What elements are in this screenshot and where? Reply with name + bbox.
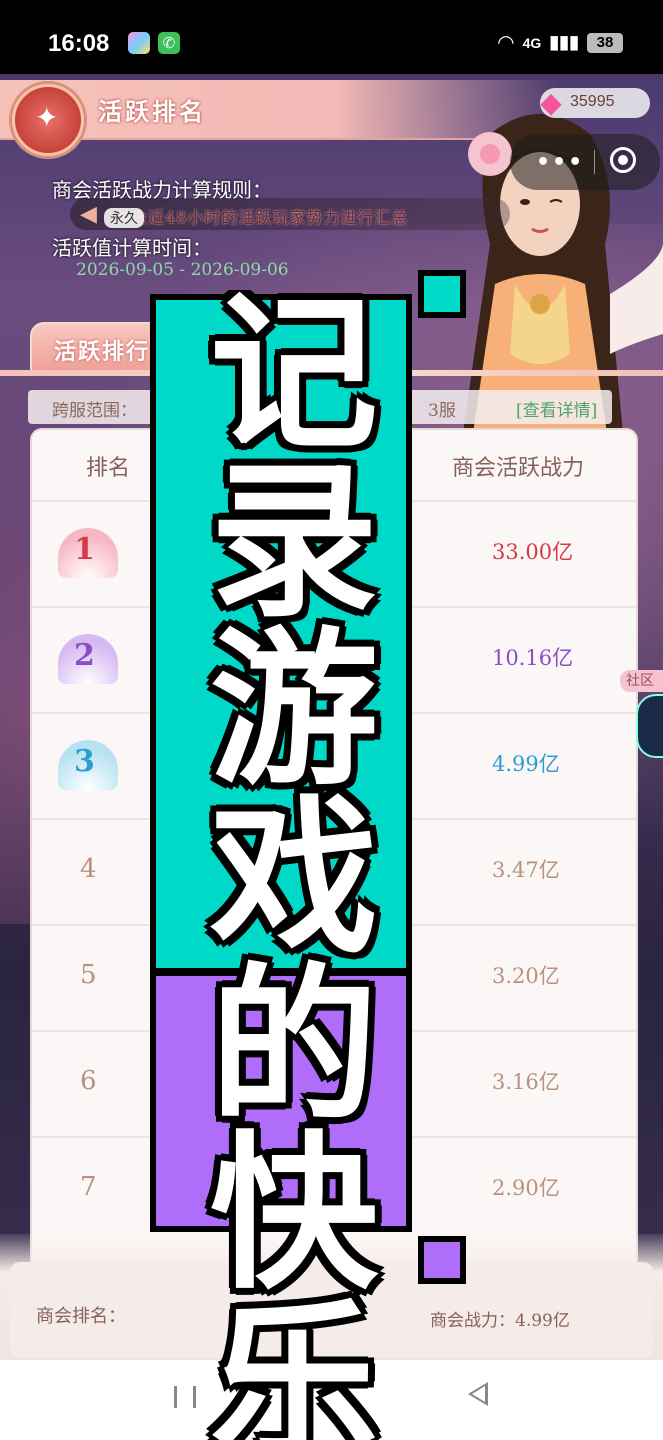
status-right: ◠ 4G ▮▮▮ 38: [497, 30, 623, 55]
power-value: 2.90亿: [492, 1176, 560, 1200]
fan-emblem-icon: ✦: [35, 101, 59, 134]
power-value: 3.47亿: [492, 858, 560, 882]
caption-char: 戏: [210, 780, 378, 976]
tab-label: 活跃排行: [54, 339, 151, 365]
caption-teal-square: [418, 270, 466, 318]
rank-fan-icon: 1: [58, 528, 118, 578]
scope-label: 跨服范围：: [52, 401, 137, 421]
caption-char: 快: [210, 1116, 378, 1312]
community-tag[interactable]: 社区: [620, 670, 663, 692]
column-header-power: 商会活跃战力: [452, 456, 585, 481]
signal-icon: ▮▮▮: [549, 32, 579, 52]
power-value: 10.16亿: [492, 646, 574, 670]
community-badge[interactable]: [636, 694, 663, 758]
close-target-icon[interactable]: [610, 147, 636, 173]
miniprogram-capsule: •••: [510, 134, 660, 190]
wifi-icon: ◠: [497, 32, 515, 54]
column-header-rank: 排名: [86, 456, 131, 481]
gallery-app-icon: [128, 32, 150, 54]
guild-logo[interactable]: ✦: [12, 84, 84, 156]
diamond-counter[interactable]: ◆ 35995: [540, 86, 650, 119]
caption-char: 的: [210, 948, 378, 1144]
rank-number: 2: [74, 638, 95, 673]
rank-fan-icon: 3: [58, 740, 118, 790]
guild-power-label: 商会战力：4.99亿: [430, 1311, 570, 1331]
guild-rank-label: 商会排名：: [36, 1306, 126, 1327]
power-value: 3.16亿: [492, 1070, 560, 1094]
rank-number: 3: [74, 744, 95, 779]
caption-purple-square: [418, 1236, 466, 1284]
power-value: 4.99亿: [492, 752, 560, 776]
page-title: 活跃排名: [98, 97, 206, 126]
battery-indicator: 38: [587, 32, 623, 53]
diamond-value: 35995: [570, 93, 615, 110]
speaker-icon: ◀: [80, 202, 97, 227]
rank-number: 1: [74, 532, 95, 567]
power-value: 33.00亿: [492, 540, 574, 564]
diamond-icon: ◆: [540, 86, 562, 119]
more-icon[interactable]: •••: [536, 150, 584, 175]
capsule-divider: [594, 150, 595, 174]
caption-char: 乐: [210, 1284, 378, 1440]
phone-app-icon: ✆: [158, 32, 180, 54]
power-value: 3.20亿: [492, 964, 560, 988]
time-label: 活跃值计算时间：: [52, 236, 212, 260]
rank-number: 4: [80, 854, 97, 884]
caption-char: 游: [210, 612, 378, 808]
back-icon[interactable]: [468, 1382, 488, 1406]
tab-activity-ranking[interactable]: 活跃排行: [30, 322, 164, 374]
rank-number: 7: [80, 1172, 97, 1202]
marquee-text: 商会近48小时的活跃玩家势力进行汇总: [114, 208, 409, 227]
caption-text: 记录游戏的快乐: [184, 290, 404, 1440]
time-range: 2026-09-05 - 2026-09-06: [76, 260, 289, 280]
scope-fragment: 3服: [428, 401, 456, 421]
network-type: 4G: [522, 34, 542, 51]
marquee-overlay-label: 永久: [104, 208, 144, 228]
status-bar: 16:08 ✆ ◠ 4G ▮▮▮ 38: [0, 0, 663, 74]
rank-number: 5: [80, 960, 97, 990]
view-details-link[interactable]: [查看详情]: [516, 396, 597, 421]
rank-number: 6: [80, 1066, 97, 1096]
caption-char: 录: [210, 444, 378, 640]
status-time: 16:08: [48, 30, 110, 57]
rank-fan-icon: 2: [58, 634, 118, 684]
caption-char: 记: [210, 290, 378, 472]
